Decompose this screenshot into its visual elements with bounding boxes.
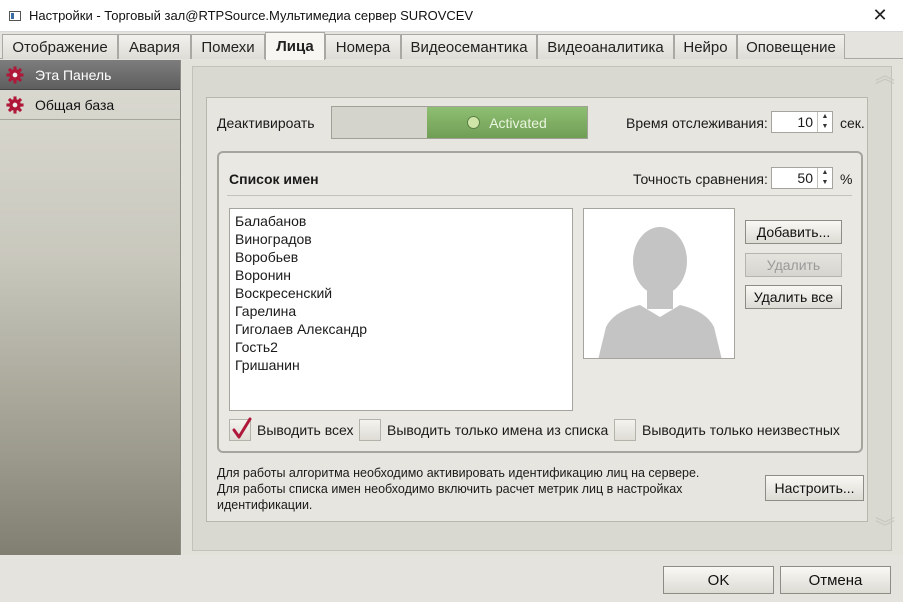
list-item[interactable]: Гость2 <box>235 338 567 356</box>
checkbox-label: Выводить всех <box>257 422 354 438</box>
names-list[interactable]: Балабанов Виноградов Воробьев Воронин Во… <box>229 208 573 411</box>
tab-numbers[interactable]: Номера <box>325 34 401 59</box>
app-window-icon <box>9 10 21 21</box>
show-all-checkbox[interactable]: Выводить всех <box>229 417 354 441</box>
names-group-title: Список имен <box>229 171 319 187</box>
list-item[interactable]: Гиголаев Александр <box>235 320 567 338</box>
spin-down-icon[interactable]: ▼ <box>818 178 832 188</box>
delete-all-button[interactable]: Удалить все <box>745 285 842 309</box>
spin-up-icon[interactable]: ▲ <box>818 168 832 178</box>
tracking-time-value[interactable]: 10 <box>772 112 817 132</box>
accuracy-label: Точность сравнения: <box>633 171 768 187</box>
sidebar: Эта Панель Общая база <box>0 60 181 555</box>
scroll-up-icon[interactable]: ︽ <box>875 66 895 94</box>
window-title: Настройки - Торговый зал@RTPSource.Мульт… <box>29 8 474 23</box>
sidebar-item-common-base[interactable]: Общая база <box>0 90 180 120</box>
accuracy-stepper[interactable]: 50 ▲ ▼ <box>771 167 833 189</box>
checkbox-label: Выводить только неизвестных <box>642 422 840 438</box>
list-item[interactable]: Гарелина <box>235 302 567 320</box>
deactivate-label: Деактивироать <box>217 115 315 131</box>
sidebar-item-label: Общая база <box>35 96 115 113</box>
gear-icon <box>6 65 24 84</box>
tab-notification[interactable]: Оповещение <box>737 34 845 59</box>
delete-button[interactable]: Удалить <box>745 253 842 277</box>
tab-alarm[interactable]: Авария <box>118 34 191 59</box>
info-line: идентификации. <box>217 498 313 512</box>
info-line: Для работы списка имен необходимо включи… <box>217 482 683 496</box>
checkbox-label: Выводить только имена из списка <box>387 422 609 438</box>
tracking-time-label: Время отслеживания: <box>626 115 768 131</box>
close-button[interactable]: ✕ <box>857 0 903 32</box>
show-unknown-only-checkbox[interactable]: Выводить только неизвестных <box>614 419 840 441</box>
tab-video-semantics[interactable]: Видеосемантика <box>401 34 537 59</box>
ok-button[interactable]: OK <box>663 566 774 594</box>
info-text: Для работы алгоритма необходимо активиро… <box>217 465 747 513</box>
tab-display[interactable]: Отображение <box>2 34 118 59</box>
scroll-down-icon[interactable]: ︾ <box>875 518 895 546</box>
cancel-button[interactable]: Отмена <box>780 566 891 594</box>
gear-icon <box>6 95 24 114</box>
activation-toggle[interactable]: Activated <box>331 106 588 139</box>
list-item[interactable]: Воронин <box>235 266 567 284</box>
configure-button[interactable]: Настроить... <box>765 475 864 501</box>
status-led-icon <box>467 116 481 129</box>
tab-interference[interactable]: Помехи <box>191 34 265 59</box>
spin-down-icon[interactable]: ▼ <box>818 122 832 132</box>
list-item[interactable]: Виноградов <box>235 230 567 248</box>
tab-faces[interactable]: Лица <box>265 32 325 60</box>
list-item[interactable]: Воскресенский <box>235 284 567 302</box>
list-item[interactable]: Гришанин <box>235 356 567 374</box>
check-mark-icon <box>232 417 252 439</box>
spin-up-icon[interactable]: ▲ <box>818 112 832 122</box>
tracking-time-unit: сек. <box>840 115 865 131</box>
face-photo <box>583 208 735 359</box>
add-button[interactable]: Добавить... <box>745 220 842 244</box>
list-item[interactable]: Балабанов <box>235 212 567 230</box>
person-silhouette-icon <box>598 227 722 358</box>
show-listed-only-checkbox[interactable]: Выводить только имена из списка <box>359 419 608 441</box>
tab-neuro[interactable]: Нейро <box>674 34 737 59</box>
tracking-time-stepper[interactable]: 10 ▲ ▼ <box>771 111 833 133</box>
toggle-state-label: Activated <box>489 114 547 131</box>
title-bar: Настройки - Торговый зал@RTPSource.Мульт… <box>0 0 903 32</box>
toggle-on-segment: Activated <box>427 107 587 138</box>
list-item[interactable]: Воробьев <box>235 248 567 266</box>
sidebar-item-label: Эта Панель <box>35 66 112 83</box>
accuracy-unit: % <box>840 171 853 187</box>
accuracy-value[interactable]: 50 <box>772 168 817 188</box>
divider <box>227 195 852 196</box>
info-line: Для работы алгоритма необходимо активиро… <box>217 466 700 480</box>
sidebar-item-this-panel[interactable]: Эта Панель <box>0 60 180 90</box>
tab-bar: Отображение Авария Помехи Лица Номера Ви… <box>0 32 903 60</box>
tab-video-analytics[interactable]: Видеоаналитика <box>537 34 674 59</box>
